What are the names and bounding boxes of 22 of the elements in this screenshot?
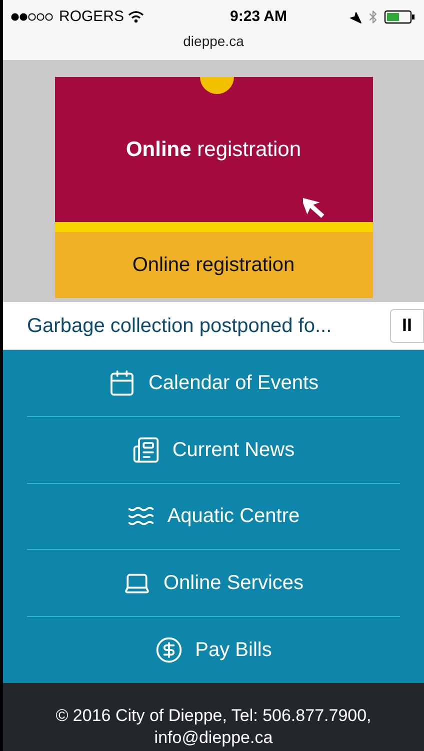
clock-time: 9:23 AM — [230, 7, 287, 27]
battery-icon — [384, 10, 416, 24]
footer-text: © 2016 City of Dieppe, Tel: 506.877.7900, info@dieppe.ca — [54, 705, 372, 749]
menu-link[interactable]: Pay Bills — [155, 635, 272, 666]
carrier-name: ROGERS — [59, 7, 124, 27]
menu-link[interactable]: Aquatic Centre — [127, 501, 300, 532]
signal-icon — [11, 13, 55, 22]
newspaper-icon — [132, 436, 160, 464]
banner-headline: Online registration — [126, 136, 302, 163]
news-ticker[interactable]: Garbage collection postponed fo... — [27, 310, 332, 340]
menu-link[interactable]: Calendar of Events — [108, 368, 319, 398]
banner-caption: Online registration — [54, 232, 372, 298]
calendar-icon — [108, 368, 136, 397]
registration-banner[interactable]: Online registration Online registration — [54, 77, 372, 298]
pause-button[interactable]: II — [390, 308, 424, 342]
dollar-icon — [155, 636, 184, 664]
wifi-icon — [128, 11, 144, 24]
page-url: dieppe.ca — [183, 32, 244, 51]
menu-link[interactable]: Online Services — [123, 568, 304, 598]
semicircle-icon — [200, 77, 234, 94]
menu-link[interactable]: Current News — [132, 434, 295, 465]
location-icon — [348, 10, 362, 24]
